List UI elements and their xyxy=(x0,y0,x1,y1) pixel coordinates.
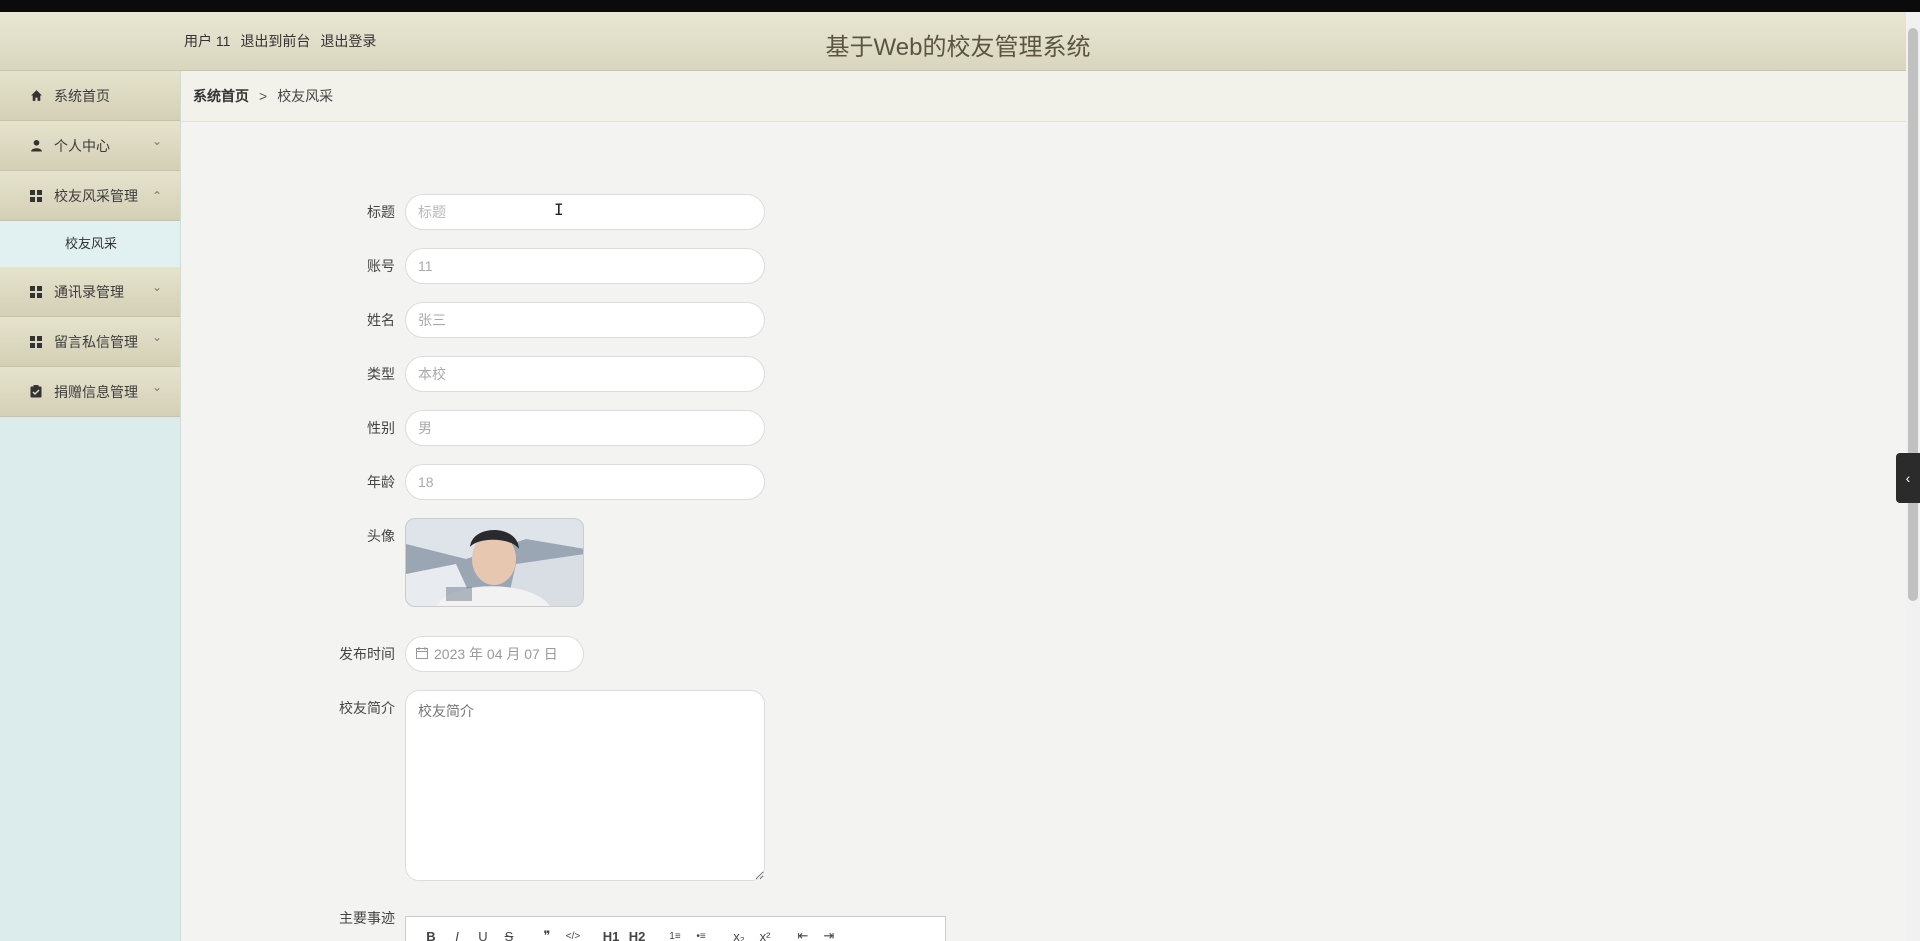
superscript-button[interactable]: x² xyxy=(752,924,778,941)
sidebar-item-label: 留言私信管理 xyxy=(54,333,138,350)
chevron-down-icon: ⌄ xyxy=(151,380,162,394)
chevron-down-icon: ⌄ xyxy=(151,280,162,294)
intro-textarea[interactable] xyxy=(405,690,765,881)
app-header: 用户 11 退出到前台 退出登录 基于Web的校友管理系统 xyxy=(0,12,1906,71)
form-row-publish-time: 发布时间 2023 年 04 月 07 日 xyxy=(300,636,584,672)
form-row-name: 姓名 张三 xyxy=(300,302,765,338)
sidebar-item-label: 通讯录管理 xyxy=(54,283,124,300)
sidebar-item-alumni-style[interactable]: 校友风采管理 ⌃ xyxy=(0,171,180,221)
indent-button[interactable]: ⇥ xyxy=(816,924,842,941)
form-row-account: 账号 11 xyxy=(300,248,765,284)
deeds-label: 主要事迹 xyxy=(339,910,395,926)
form-row-deeds: 主要事迹 B I U S ❞ </> H1 H2 1≡ •≡ x₂ x² ⇤ ⇥ xyxy=(300,908,946,941)
breadcrumb-separator: > xyxy=(259,88,268,104)
sidebar: 系统首页 个人中心 ⌄ 校友风采管理 ⌃ 校友风采 通讯录管理 ⌄ 留言私信管理… xyxy=(0,71,181,941)
code-button[interactable]: </> xyxy=(560,924,586,941)
sidebar-subitem-alumni-style[interactable]: 校友风采 xyxy=(0,221,180,267)
bold-button[interactable]: B xyxy=(418,924,444,941)
title-label: 标题 xyxy=(367,204,395,220)
form-row-intro: 校友简介 xyxy=(300,690,765,881)
publish-time-input[interactable]: 2023 年 04 月 07 日 xyxy=(405,636,584,672)
form-row-gender: 性别 男 xyxy=(300,410,765,446)
outdent-button[interactable]: ⇤ xyxy=(790,924,816,941)
sidebar-item-donations[interactable]: 捐赠信息管理 ⌄ xyxy=(0,367,180,417)
sidebar-item-label: 个人中心 xyxy=(54,137,110,154)
h2-button[interactable]: H2 xyxy=(624,924,650,941)
grid-icon xyxy=(28,334,44,350)
grid-icon xyxy=(28,284,44,300)
breadcrumb-current: 校友风采 xyxy=(277,88,334,104)
blockquote-button[interactable]: ❞ xyxy=(534,924,560,941)
chevron-left-icon: ‹ xyxy=(1905,470,1911,486)
sidebar-item-label: 校友风采管理 xyxy=(54,187,138,204)
avatar-label: 头像 xyxy=(367,528,395,544)
sidebar-item-label: 系统首页 xyxy=(54,87,110,104)
age-label: 年龄 xyxy=(367,474,395,490)
type-label: 类型 xyxy=(367,366,395,382)
breadcrumb-home[interactable]: 系统首页 xyxy=(193,86,249,106)
italic-button[interactable]: I xyxy=(444,924,470,941)
title-input[interactable] xyxy=(405,194,765,230)
type-input[interactable]: 本校 xyxy=(405,356,765,392)
ordered-list-button[interactable]: 1≡ xyxy=(662,924,688,941)
app-title: 基于Web的校友管理系统 xyxy=(825,34,1091,61)
home-icon xyxy=(28,88,44,104)
account-label: 账号 xyxy=(367,258,395,274)
name-label: 姓名 xyxy=(367,312,395,328)
form-row-avatar: 头像 xyxy=(300,518,584,607)
avatar-image[interactable] xyxy=(405,518,584,607)
sidebar-item-profile[interactable]: 个人中心 ⌄ xyxy=(0,121,180,171)
clipboard-icon xyxy=(28,384,44,400)
chevron-up-icon: ⌃ xyxy=(151,189,162,203)
text-cursor-icon: I xyxy=(554,200,564,219)
account-input[interactable]: 11 xyxy=(405,248,765,284)
gender-input[interactable]: 男 xyxy=(405,410,765,446)
form-row-title: 标题 xyxy=(300,194,765,230)
form-row-age: 年龄 18 xyxy=(300,464,765,500)
sidebar-item-home[interactable]: 系统首页 xyxy=(0,71,180,121)
user-icon xyxy=(28,138,44,154)
name-input[interactable]: 张三 xyxy=(405,302,765,338)
page-scrollbar-thumb[interactable] xyxy=(1908,28,1918,601)
intro-label: 校友简介 xyxy=(339,700,395,716)
sidebar-item-contacts[interactable]: 通讯录管理 ⌄ xyxy=(0,267,180,317)
grid-icon xyxy=(28,188,44,204)
underline-button[interactable]: U xyxy=(470,924,496,941)
gender-label: 性别 xyxy=(367,420,395,436)
rich-text-toolbar: B I U S ❞ </> H1 H2 1≡ •≡ x₂ x² ⇤ ⇥ xyxy=(405,916,946,941)
age-input[interactable]: 18 xyxy=(405,464,765,500)
chevron-down-icon: ⌄ xyxy=(151,134,162,148)
chevron-down-icon: ⌄ xyxy=(151,330,162,344)
collapse-panel-button[interactable]: ‹ xyxy=(1896,453,1920,503)
publish-time-label: 发布时间 xyxy=(339,646,395,662)
sidebar-item-messages[interactable]: 留言私信管理 ⌄ xyxy=(0,317,180,367)
publish-time-value: 2023 年 04 月 07 日 xyxy=(434,646,558,662)
form-row-type: 类型 本校 xyxy=(300,356,765,392)
breadcrumb: 系统首页 > 校友风采 xyxy=(181,71,1906,122)
window-top-bar xyxy=(0,0,1920,12)
sidebar-item-label: 捐赠信息管理 xyxy=(54,383,138,400)
subscript-button[interactable]: x₂ xyxy=(726,924,752,941)
bullet-list-button[interactable]: •≡ xyxy=(688,924,714,941)
h1-button[interactable]: H1 xyxy=(598,924,624,941)
calendar-icon xyxy=(416,646,428,662)
strikethrough-button[interactable]: S xyxy=(496,924,522,941)
